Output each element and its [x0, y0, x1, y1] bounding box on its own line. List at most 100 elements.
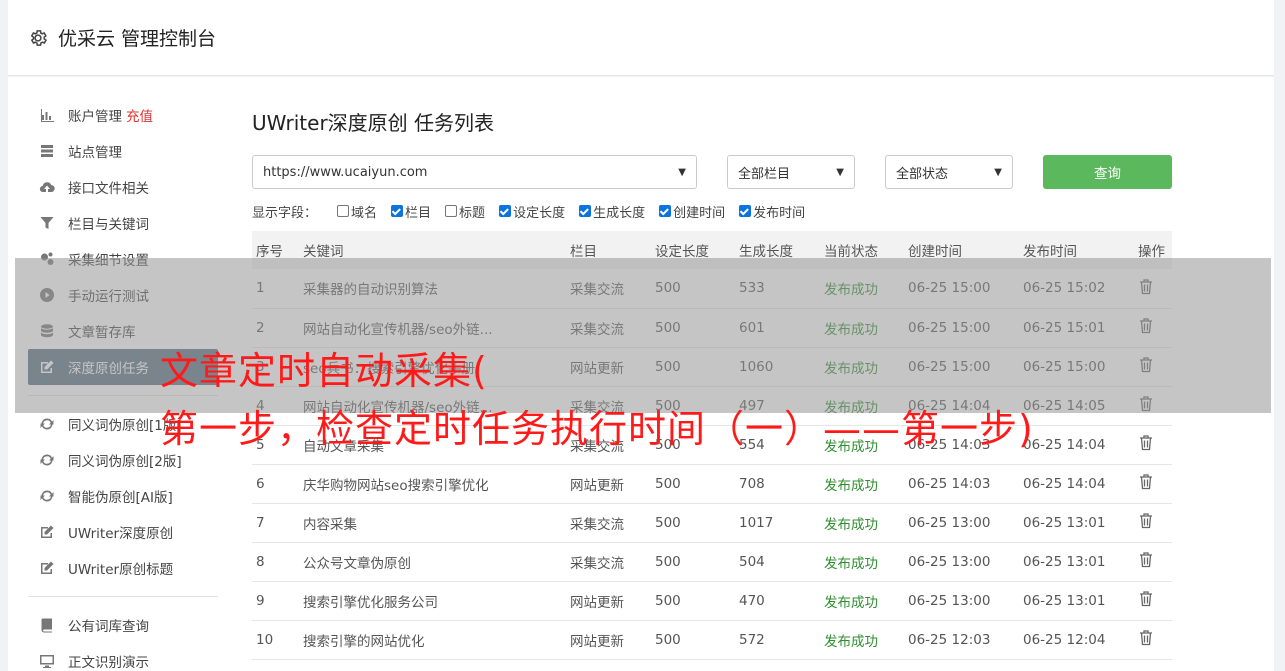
field-checkbox[interactable]: 设定长度	[499, 202, 565, 221]
table-cell: 发布成功	[824, 594, 878, 611]
query-button[interactable]: 查询	[1043, 155, 1172, 189]
field-checkbox-label: 生成长度	[593, 205, 646, 221]
table-cell: 470	[739, 592, 765, 609]
table-cell: 06-25 14:04	[1023, 436, 1106, 453]
site-select[interactable]: https://www.ucaiyun.com ▼	[252, 155, 697, 189]
status-select-value: 全部状态	[896, 166, 949, 182]
display-fields-label: 显示字段：	[252, 205, 318, 221]
field-checkbox[interactable]: 发布时间	[739, 202, 805, 221]
sidebar-item-interface[interactable]: 接口文件相关	[28, 169, 218, 205]
checkbox-unchecked-icon[interactable]	[445, 205, 458, 217]
field-checkbox[interactable]: 生成长度	[579, 202, 645, 221]
trash-icon[interactable]	[1138, 590, 1154, 607]
table-cell: 500	[655, 553, 681, 570]
recharge-link[interactable]: 充值	[126, 105, 153, 125]
sidebar-item-account[interactable]: 账户管理 充值	[28, 97, 218, 133]
table-cell-action	[1134, 425, 1172, 464]
sidebar-item-uwriter-title[interactable]: UWriter原创标题	[28, 550, 218, 586]
table-cell-action	[1134, 464, 1172, 503]
sidebar-item-ai-rewrite[interactable]: 智能伪原创[AI版]	[28, 478, 218, 514]
refresh-icon	[38, 451, 56, 469]
checkbox-checked-icon[interactable]	[391, 205, 404, 217]
sidebar-item-label: 同义词伪原创[2版]	[68, 454, 182, 470]
checkbox-checked-icon[interactable]	[499, 205, 512, 217]
field-checkbox[interactable]: 创建时间	[659, 202, 725, 221]
table-cell: 1017	[739, 514, 774, 531]
sidebar-item-label: 正文识别演示	[68, 655, 149, 671]
console-title: 优采云 管理控制台	[58, 28, 217, 50]
chevron-down-icon: ▼	[836, 166, 844, 178]
sidebar-item-label: 公有词库查询	[68, 619, 149, 635]
trash-icon[interactable]	[1138, 512, 1154, 529]
table-cell: 搜索引擎的网站优化	[303, 633, 425, 650]
table-cell: 8	[256, 553, 265, 570]
sidebar-item-label: UWriter原创标题	[68, 562, 174, 578]
table-cell: 网站更新	[570, 594, 624, 611]
field-checkbox-label: 创建时间	[673, 205, 726, 221]
checkbox-checked-icon[interactable]	[659, 205, 672, 217]
table-cell: 6	[256, 475, 265, 492]
sidebar-divider	[28, 596, 218, 597]
refresh-icon	[38, 415, 56, 433]
field-checkbox[interactable]: 域名	[337, 202, 377, 221]
checkbox-checked-icon[interactable]	[579, 205, 592, 217]
trash-icon[interactable]	[1138, 473, 1154, 490]
trash-icon[interactable]	[1138, 434, 1154, 451]
table-cell: 708	[739, 475, 765, 492]
table-cell: 内容采集	[303, 516, 357, 533]
edit-icon	[38, 523, 56, 541]
table-row: 8 公众号文章伪原创 采集交流 500 504 发布成功 06-25 13:00 06-25 …	[252, 542, 1172, 581]
field-checkbox-label: 设定长度	[513, 205, 566, 221]
filter-icon	[38, 214, 56, 232]
field-checkbox-label: 发布时间	[753, 205, 806, 221]
table-row: 6 庆华购物网站seo搜索引擎优化 网站更新 500 708 发布成功 06-25 14:0…	[252, 464, 1172, 503]
field-checkbox[interactable]: 栏目	[391, 202, 431, 221]
table-cell-action	[1134, 503, 1172, 542]
column-select[interactable]: 全部栏目 ▼	[727, 155, 855, 189]
table-cell: 采集交流	[570, 555, 624, 572]
sidebar-item-label: UWriter深度原创	[68, 526, 174, 542]
sidebar-item-columns[interactable]: 栏目与关键词	[28, 205, 218, 241]
table-cell: 发布成功	[824, 555, 878, 572]
table-cell: 06-25 13:01	[1023, 553, 1106, 570]
table-cell: 公众号文章伪原创	[303, 555, 411, 572]
field-checkbox-label: 栏目	[405, 205, 432, 221]
table-cell: 06-25 13:00	[908, 553, 991, 570]
sidebar-item-lexicon[interactable]: 公有词库查询	[28, 607, 218, 643]
sidebar-item-label: 智能伪原创[AI版]	[68, 490, 173, 506]
sidebar-item-label: 栏目与关键词	[68, 217, 149, 233]
checkbox-checked-icon[interactable]	[739, 205, 752, 217]
display-fields: 显示字段： 域名 栏目 标题 设定长度 生成长度 创建时间 发布时间	[252, 201, 1172, 221]
table-cell: 500	[655, 514, 681, 531]
table-cell: 06-25 12:04	[1023, 631, 1106, 648]
field-checkbox-label: 域名	[351, 205, 378, 221]
table-row: 9 搜索引擎优化服务公司 网站更新 500 470 发布成功 06-25 13:00 06-2…	[252, 581, 1172, 620]
table-cell-action	[1134, 542, 1172, 581]
checkbox-unchecked-icon[interactable]	[337, 205, 350, 217]
table-cell: 06-25 13:01	[1023, 514, 1106, 531]
book-icon	[38, 616, 56, 634]
trash-icon[interactable]	[1138, 551, 1154, 568]
monitor-icon	[38, 652, 56, 670]
table-cell: 572	[739, 631, 765, 648]
filter-bar: https://www.ucaiyun.com ▼ 全部栏目 ▼ 全部状态 ▼ …	[252, 155, 1172, 189]
table-cell: 发布成功	[824, 516, 878, 533]
table-cell: 搜索引擎优化服务公司	[303, 594, 438, 611]
trash-icon[interactable]	[1138, 629, 1154, 646]
table-cell: 9	[256, 592, 265, 609]
edit-icon	[38, 559, 56, 577]
table-cell-action	[1134, 581, 1172, 620]
table-cell: 网站更新	[570, 477, 624, 494]
sidebar-item-label: 账户管理	[68, 109, 122, 125]
table-cell: 500	[655, 475, 681, 492]
sidebar-item-sites[interactable]: 站点管理	[28, 133, 218, 169]
sidebar-item-uwriter[interactable]: UWriter深度原创	[28, 514, 218, 550]
sidebar-item-text-recognition[interactable]: 正文识别演示	[28, 643, 218, 671]
status-select[interactable]: 全部状态 ▼	[885, 155, 1013, 189]
bar-chart-icon	[38, 106, 56, 124]
page-title: UWriter深度原创 任务列表	[252, 111, 495, 135]
field-checkbox[interactable]: 标题	[445, 202, 485, 221]
table-cell: 500	[655, 631, 681, 648]
refresh-icon	[38, 487, 56, 505]
table-cell: 庆华购物网站seo搜索引擎优化	[303, 477, 489, 494]
